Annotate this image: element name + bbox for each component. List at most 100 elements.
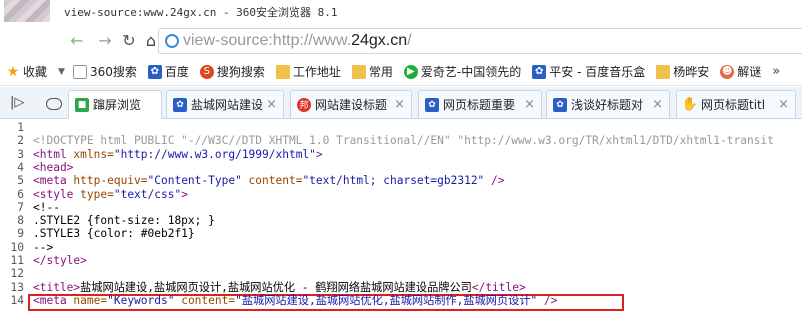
bookmark-label: 爱奇艺-中国领先的 — [420, 65, 522, 79]
red-site-icon: 邦 — [297, 97, 311, 112]
url-prefix: view-source:http://www. — [183, 32, 352, 49]
source-view[interactable]: 1 2 <!DOCTYPE html PUBLIC "-//W3C//DTD XHT… — [0, 119, 802, 327]
code-token: xmlns= — [73, 147, 114, 161]
tab-close-icon[interactable]: × — [524, 97, 535, 112]
line-code: .STYLE2 {font-size: 18px; } — [33, 215, 215, 227]
bookmarks-more-button[interactable]: » — [772, 64, 780, 79]
code-token: </title> — [471, 280, 526, 294]
line-code: <!DOCTYPE html PUBLIC "-//W3C//DTD XHTML… — [33, 135, 774, 147]
line-number: 14 — [10, 293, 24, 307]
line-number: 6 — [17, 187, 24, 201]
code-token: .STYLE3 {color: #0eb2f1} — [33, 227, 195, 241]
cloud-icon[interactable] — [46, 98, 62, 110]
tab-close-icon[interactable]: × — [394, 97, 405, 112]
code-token: "text/css" — [113, 187, 182, 201]
code-token: <!-- — [33, 200, 60, 214]
tab-title-importance[interactable]: ✿ 网页标题重要 × — [418, 90, 542, 118]
tab-speed-browse[interactable]: ■ 蹿屏浏览 — [68, 90, 162, 119]
bookmark-label: 360搜索 — [89, 65, 137, 79]
tab-label: 网页标题重要 — [443, 98, 516, 112]
code-token: <!DOCTYPE html PUBLIC "-//W3C//DTD XHTML… — [33, 134, 774, 148]
bookmark-label: 百度 — [164, 65, 189, 79]
paw-icon: ✿ — [553, 97, 567, 112]
code-token: <html — [33, 147, 74, 161]
bookmark-work-address[interactable]: 工作地址 — [275, 63, 341, 80]
tab-site-title[interactable]: 邦 网站建设标题 × — [290, 90, 412, 118]
source-line: 10 --> — [0, 240, 802, 254]
bookmark-yangyean[interactable]: 杨晔安 — [656, 63, 709, 80]
line-number: 3 — [17, 147, 24, 161]
address-bar[interactable]: view-source:http://www.24gx.cn/ — [158, 28, 802, 54]
code-token: <title> — [33, 280, 81, 294]
reload-icon[interactable]: ↻ — [118, 29, 140, 51]
bookmark-label: 收藏 — [23, 65, 48, 79]
line-code: --> — [33, 240, 54, 254]
bookmark-puzzle[interactable]: ☻ 解谜 — [720, 63, 761, 80]
source-line: 5 <meta http-equiv="Content-Type" content… — [0, 175, 802, 187]
line-number: 11 — [10, 254, 24, 267]
line-code: <!-- — [33, 200, 60, 214]
forward-arrow-icon[interactable]: → — [94, 29, 116, 51]
paw-icon: ✿ — [425, 97, 439, 112]
tab-page-title[interactable]: ✋ 网页标题titl × — [676, 90, 796, 118]
chevron-down-icon[interactable]: ▼ — [58, 67, 65, 77]
sidebar-toggle-icon[interactable]: |▷ — [10, 95, 24, 110]
folder-icon — [351, 64, 366, 79]
iqiyi-icon: ▶ — [403, 64, 418, 79]
bookmark-sogou[interactable]: S 搜狗搜索 — [199, 63, 265, 80]
url-text[interactable]: view-source:http://www.24gx.cn/ — [183, 32, 412, 50]
tab-label: 蹿屏浏览 — [93, 98, 142, 112]
bookmark-common[interactable]: 常用 — [351, 63, 393, 80]
line-code: </style> — [33, 255, 87, 267]
line-number: 9 — [17, 227, 24, 241]
back-arrow-icon[interactable]: ← — [66, 29, 88, 51]
line-code: <meta name="Keywords" content="盐城网站建设,盐城… — [33, 293, 558, 307]
bookmark-label: 杨晔安 — [673, 65, 710, 79]
bookmark-baidu-music[interactable]: ✿ 平安 - 百度音乐盒 — [532, 63, 645, 80]
bookmark-label: 平安 - 百度音乐盒 — [549, 65, 646, 79]
star-icon: ★ — [6, 63, 20, 80]
code-token: content= — [174, 293, 236, 307]
source-line: 11 </style> — [0, 255, 802, 267]
tab-close-icon[interactable]: × — [778, 97, 789, 112]
line-code: <style type="text/css"> — [33, 187, 188, 201]
folder-icon — [275, 64, 290, 79]
source-line: 12 — [0, 268, 802, 280]
bookmark-favorites[interactable]: ★ 收藏 — [6, 63, 47, 80]
code-token: --> — [33, 240, 54, 254]
tab-label: 盐城网站建设 — [191, 98, 264, 112]
line-number: 4 — [17, 160, 24, 174]
url-domain: 24gx.cn — [351, 32, 408, 49]
code-token: > — [181, 187, 188, 201]
bookmark-label: 常用 — [368, 65, 393, 79]
line-number: 13 — [10, 280, 24, 294]
tab-yancheng-site[interactable]: ✿ 盐城网站建设 × — [166, 90, 284, 118]
bookmark-iqiyi[interactable]: ▶ 爱奇艺-中国领先的 — [403, 63, 522, 80]
source-line: 3 <html xmlns="http://www.w3.org/1999/xht… — [0, 147, 802, 161]
code-token: .STYLE2 {font-size: 18px; } — [33, 214, 215, 228]
screen-icon: ■ — [75, 97, 89, 112]
code-token: "text/html; charset=gb2312" — [302, 174, 485, 188]
code-token: "Keywords" — [107, 293, 175, 307]
code-token: content= — [241, 174, 303, 188]
code-token: name= — [73, 293, 108, 307]
paw-icon: ✿ — [532, 64, 547, 79]
line-number: 2 — [17, 134, 24, 148]
tab-label: 网页标题titl — [701, 98, 766, 112]
tab-good-title[interactable]: ✿ 浅谈好标题对 × — [546, 90, 670, 118]
bookmark-baidu[interactable]: ✿ 百度 — [147, 63, 189, 80]
code-token: http-equiv= — [73, 174, 148, 188]
line-number: 5 — [17, 174, 24, 188]
line-number: 8 — [17, 214, 24, 228]
globe-icon — [165, 34, 179, 48]
tab-close-icon[interactable]: × — [652, 97, 663, 112]
line-number: 10 — [10, 240, 24, 254]
bookmark-360-search[interactable]: 360搜索 — [72, 63, 137, 80]
code-token: <style — [33, 187, 81, 201]
line-number: 7 — [17, 200, 24, 214]
code-token: "盐城网站建设,盐城网站优化,盐城网站制作,盐城网页设计" — [235, 293, 538, 307]
source-line: 9 .STYLE3 {color: #0eb2f1} — [0, 228, 802, 240]
code-token: > — [315, 147, 323, 161]
tab-close-icon[interactable]: × — [266, 97, 277, 112]
sogou-icon: S — [199, 64, 214, 79]
